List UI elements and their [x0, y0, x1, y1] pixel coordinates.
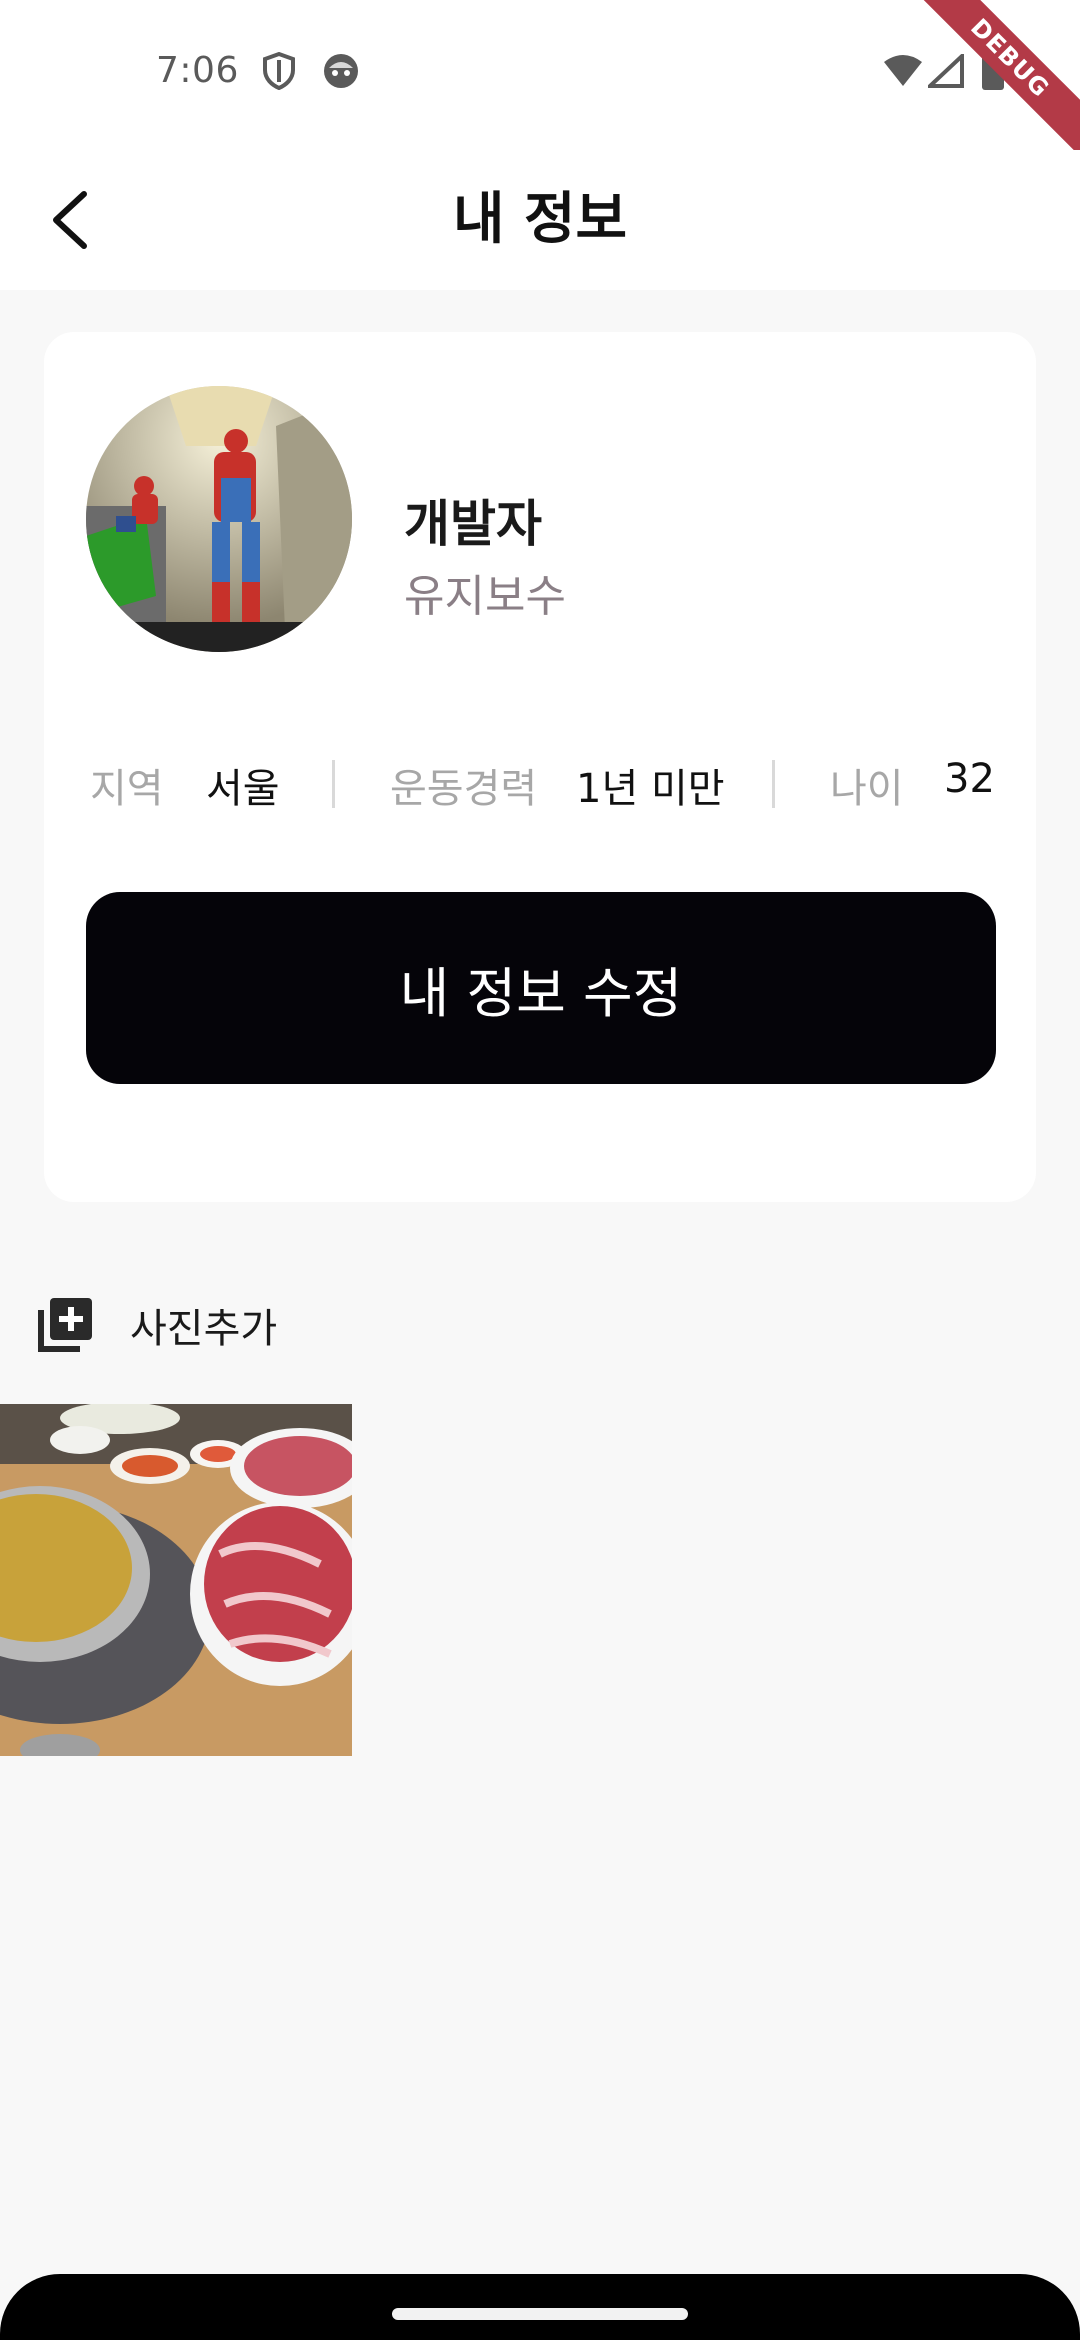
add-photo-label: 사진추가 — [130, 1306, 278, 1352]
edit-profile-button[interactable]: 내 정보 수정 — [86, 892, 996, 1084]
navigation-bar — [0, 2274, 1080, 2340]
food-photo — [0, 1404, 352, 1756]
info-row: 지역 서울 운동경력 1년 미만 나이 32 — [44, 744, 1036, 814]
status-time: 7:06 — [156, 50, 239, 91]
add-photo-icon — [38, 1298, 92, 1352]
age-value: 32 — [944, 756, 995, 802]
avatar[interactable] — [86, 386, 352, 652]
user-name: 개발자 — [404, 495, 542, 553]
info-divider — [772, 760, 775, 808]
signal-icon — [924, 51, 964, 92]
photo-thumbnail[interactable] — [0, 1404, 352, 1756]
app-bar: 내 정보 — [0, 150, 1080, 290]
profile-card: 개발자 유지보수 지역 서울 운동경력 1년 미만 나이 32 내 정보 수정 — [44, 332, 1036, 1202]
wifi-icon — [882, 54, 924, 92]
age-label: 나이 — [830, 766, 904, 812]
region-value: 서울 — [206, 766, 280, 812]
profile-photo — [86, 386, 352, 652]
shield-icon — [262, 51, 296, 94]
career-label: 운동경력 — [390, 766, 538, 812]
status-bar: 7:06 DEBUG — [0, 0, 1080, 172]
user-status: 유지보수 — [404, 571, 566, 622]
face-icon — [322, 52, 360, 94]
page-title: 내 정보 — [452, 187, 628, 252]
add-photo-button[interactable]: 사진추가 — [36, 1290, 277, 1360]
home-gesture-handle[interactable] — [392, 2308, 688, 2320]
info-divider — [332, 760, 335, 808]
region-label: 지역 — [90, 766, 164, 812]
career-value: 1년 미만 — [576, 766, 725, 812]
